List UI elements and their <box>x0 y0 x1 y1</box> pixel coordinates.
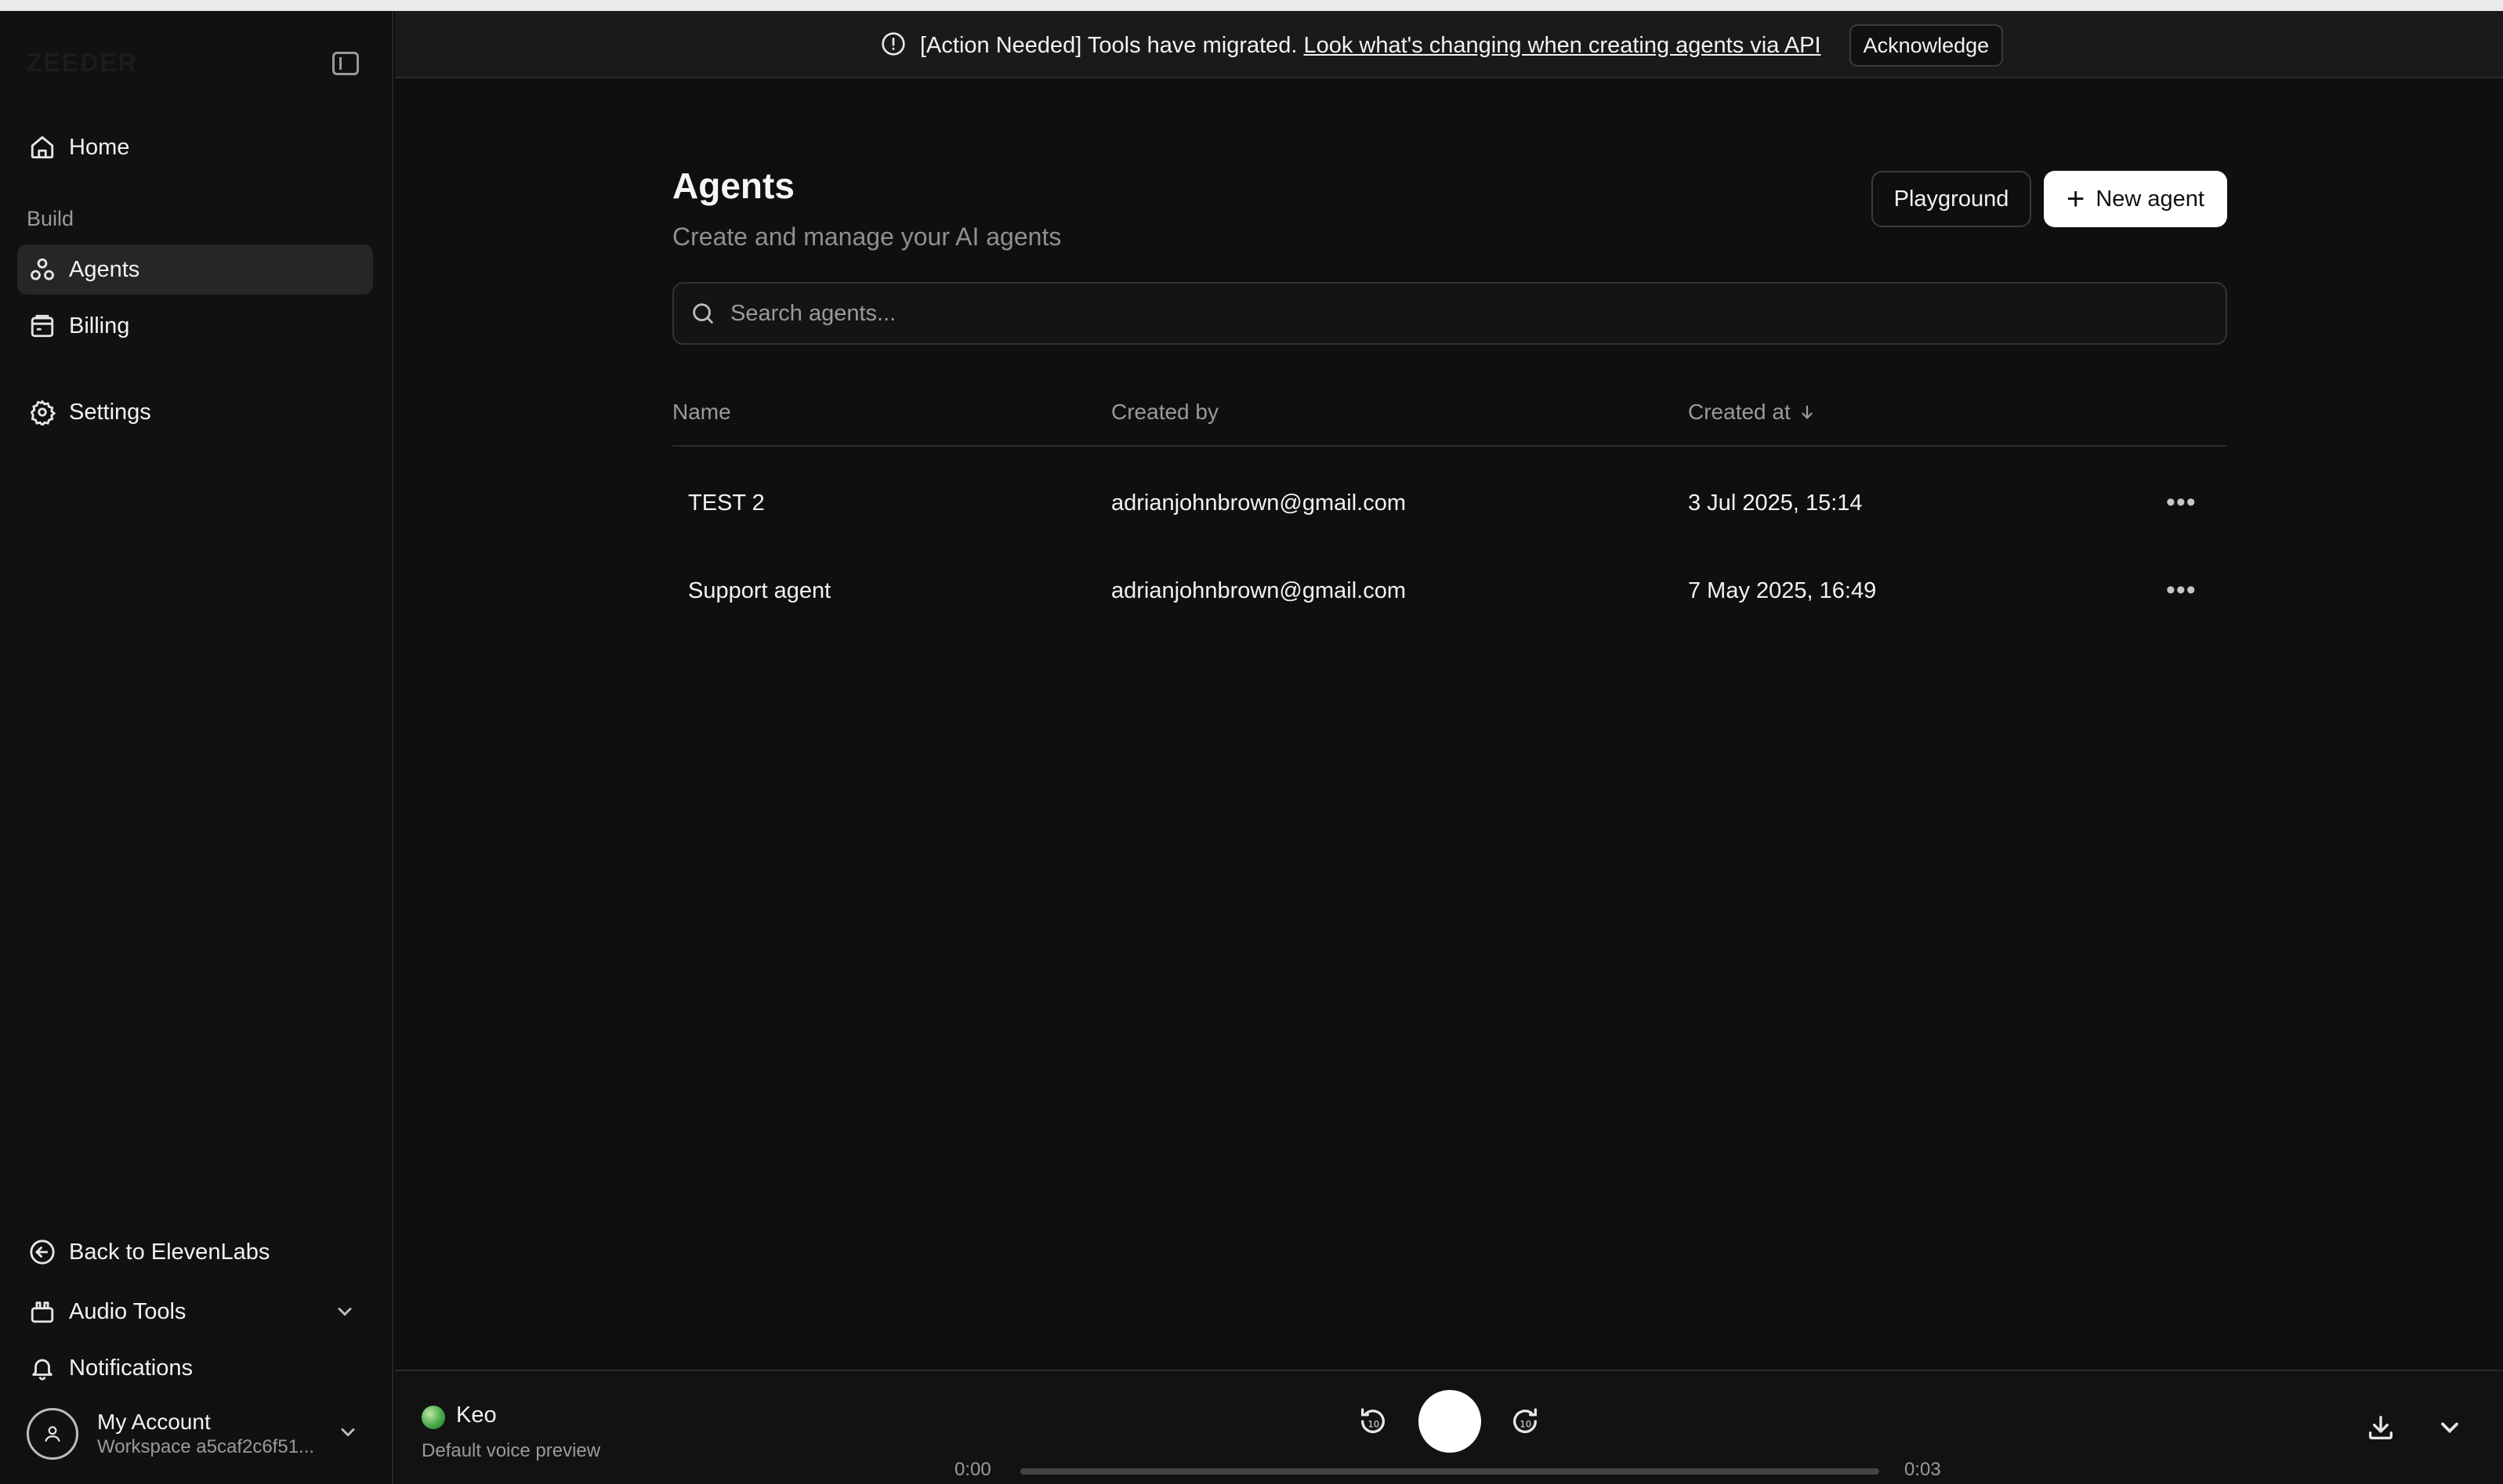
agents-icon <box>27 254 58 285</box>
svg-text:10: 10 <box>1520 1419 1531 1430</box>
sidebar-item-label: Settings <box>69 399 151 425</box>
column-header-created-by[interactable]: Created by <box>1111 400 1219 425</box>
playground-button[interactable]: Playground <box>1871 171 2031 227</box>
sort-arrow-down-icon <box>1798 404 1816 421</box>
sidebar-item-label: Notifications <box>69 1355 193 1381</box>
play-button[interactable] <box>1418 1390 1481 1453</box>
sidebar-item-label: Billing <box>69 313 130 338</box>
column-header-label: Created at <box>1688 400 1791 424</box>
section-label-build: Build <box>27 207 74 230</box>
table-row[interactable]: TEST 2 adrianjohnbrown@gmail.com 3 Jul 2… <box>672 467 2227 545</box>
agent-created-by: adrianjohnbrown@gmail.com <box>1111 578 1407 603</box>
sidebar-item-label: Back to ElevenLabs <box>69 1239 270 1265</box>
sidebar-item-notifications[interactable]: Notifications <box>17 1343 373 1393</box>
chevron-down-icon <box>337 1421 359 1447</box>
sidebar-item-billing[interactable]: Billing <box>17 301 373 351</box>
page-title: Agents <box>672 165 795 206</box>
account-details: My Account Workspace a5caf2c6f51... <box>97 1410 314 1458</box>
search-icon <box>690 300 716 327</box>
search-bar[interactable] <box>672 282 2227 345</box>
agent-name: Support agent <box>688 578 831 603</box>
svg-text:10: 10 <box>1367 1419 1379 1430</box>
account-menu[interactable]: My Account Workspace a5caf2c6f51... <box>27 1403 371 1465</box>
sidebar-item-label: Audio Tools <box>69 1298 187 1324</box>
sidebar-collapse-icon[interactable] <box>332 52 359 75</box>
more-options-icon[interactable]: ••• <box>2166 487 2197 518</box>
agent-name: TEST 2 <box>688 490 765 516</box>
banner-link[interactable]: Look what's changing when creating agent… <box>1303 33 1820 59</box>
table-row[interactable]: Support agent adrianjohnbrown@gmail.com … <box>672 555 2227 633</box>
progress-track[interactable] <box>1020 1468 1879 1475</box>
chevron-down-icon <box>334 1301 356 1327</box>
sidebar-item-home[interactable]: Home <box>17 122 373 172</box>
gear-icon <box>27 396 58 428</box>
account-workspace: Workspace a5caf2c6f51... <box>97 1436 315 1457</box>
banner-content: [Action Needed] Tools have migrated. Loo… <box>881 24 2004 67</box>
sidebar-item-back-to-elevenlabs[interactable]: Back to ElevenLabs <box>17 1227 373 1277</box>
audio-tools-icon <box>27 1296 58 1327</box>
bell-icon <box>27 1352 58 1384</box>
voice-name: Keo <box>456 1403 497 1428</box>
sidebar-item-label: Agents <box>69 256 140 282</box>
sidebar: ZEEDER Home Build Agents Billing Setting… <box>0 11 393 1484</box>
acknowledge-button[interactable]: Acknowledge <box>1849 24 2004 67</box>
download-icon[interactable] <box>2365 1412 2396 1447</box>
more-options-icon[interactable]: ••• <box>2166 575 2197 606</box>
home-icon <box>27 132 58 163</box>
app-window: ZEEDER Home Build Agents Billing Setting… <box>0 11 2503 1484</box>
chevron-down-icon[interactable] <box>2436 1413 2464 1446</box>
agent-created-at: 3 Jul 2025, 15:14 <box>1688 490 1863 516</box>
arrow-left-circle-icon <box>27 1236 58 1268</box>
info-icon <box>881 31 906 60</box>
page-subtitle: Create and manage your AI agents <box>672 223 1062 251</box>
avatar <box>27 1408 78 1460</box>
agent-created-at: 7 May 2025, 16:49 <box>1688 578 1877 603</box>
skip-back-10-icon[interactable]: 10 <box>1357 1406 1389 1437</box>
workspace-logo[interactable]: ZEEDER <box>27 49 138 78</box>
column-header-name[interactable]: Name <box>672 400 731 425</box>
voice-avatar <box>422 1406 445 1429</box>
banner-text: [Action Needed] Tools have migrated. <box>920 32 1298 58</box>
new-agent-button[interactable]: + New agent <box>2044 171 2227 227</box>
sidebar-item-label: Home <box>69 134 130 160</box>
sidebar-item-audio-tools[interactable]: Audio Tools <box>17 1287 373 1337</box>
sidebar-item-settings[interactable]: Settings <box>17 387 373 437</box>
account-name: My Account <box>97 1410 211 1434</box>
new-agent-label: New agent <box>2095 186 2204 212</box>
voice-subtitle: Default voice preview <box>422 1440 601 1461</box>
current-time: 0:00 <box>954 1459 991 1480</box>
column-header-created-at[interactable]: Created at <box>1688 400 1816 425</box>
plus-icon: + <box>2066 182 2085 216</box>
search-input[interactable] <box>729 299 2143 328</box>
migration-banner: [Action Needed] Tools have migrated. Loo… <box>395 11 2503 78</box>
sidebar-item-agents[interactable]: Agents <box>17 244 373 295</box>
voice-preview-player: Keo Default voice preview 10 10 0:00 0:0… <box>395 1370 2503 1484</box>
window-top-strip <box>0 0 2503 11</box>
total-time: 0:03 <box>1904 1459 1941 1480</box>
table-header-divider <box>672 445 2227 447</box>
skip-forward-10-icon[interactable]: 10 <box>1509 1406 1541 1437</box>
billing-icon <box>27 310 58 342</box>
agent-created-by: adrianjohnbrown@gmail.com <box>1111 490 1407 516</box>
